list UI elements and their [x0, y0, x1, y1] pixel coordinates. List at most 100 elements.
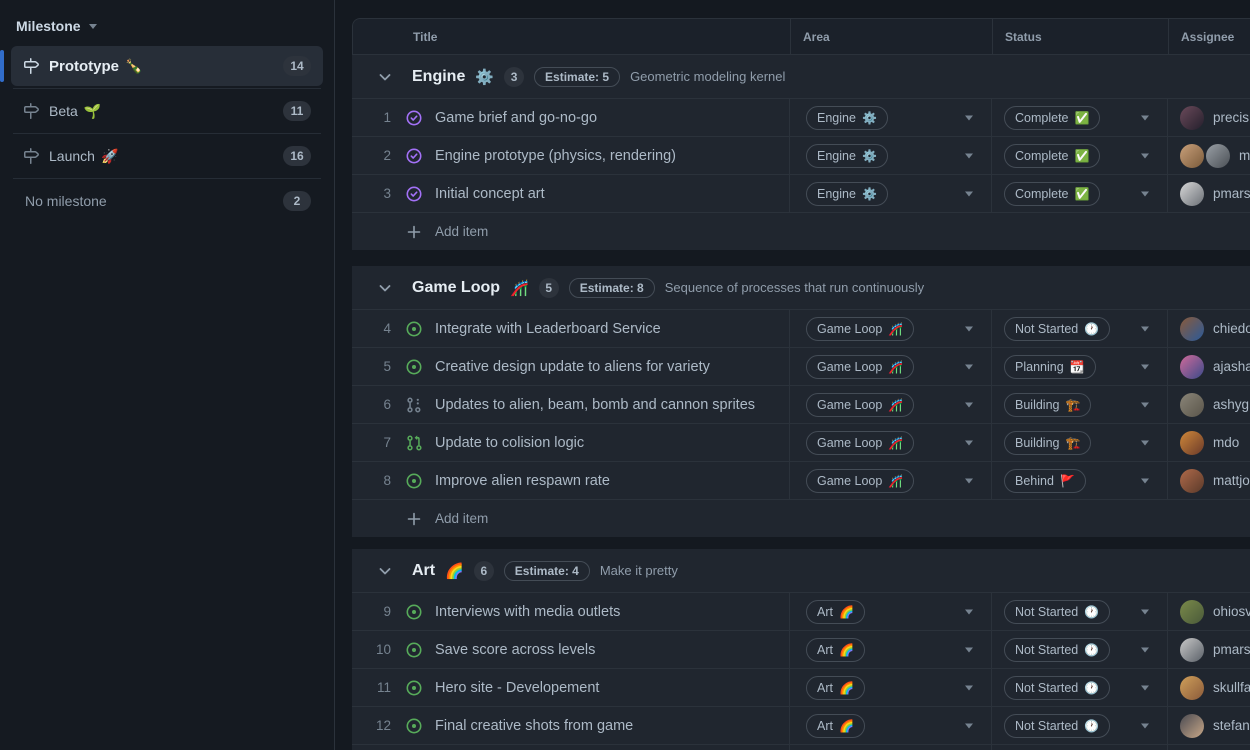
- sidebar-item-launch[interactable]: Launch 🚀 16: [11, 136, 323, 176]
- table-row[interactable]: 7 Update to colision logic Game Loop🎢 Bu…: [352, 423, 1250, 461]
- dropdown-caret-icon[interactable]: [1141, 685, 1149, 690]
- assignee-cell[interactable]: ajasha: [1168, 348, 1250, 385]
- milestone-group-by-header[interactable]: Milestone: [0, 0, 334, 46]
- table-row[interactable]: 12 Final creative shots from game Art🌈 N…: [352, 706, 1250, 744]
- table-row[interactable]: 11 Hero site - Developement Art🌈 Not Sta…: [352, 668, 1250, 706]
- dropdown-caret-icon[interactable]: [1141, 723, 1149, 728]
- collapse-chevron-icon[interactable]: [377, 69, 393, 85]
- item-title[interactable]: Improve alien respawn rate: [435, 473, 610, 489]
- table-row[interactable]: 6 Updates to alien, beam, bomb and canno…: [352, 385, 1250, 423]
- dropdown-caret-icon[interactable]: [1141, 402, 1149, 407]
- dropdown-caret-icon[interactable]: [965, 440, 973, 445]
- item-title[interactable]: Game brief and go-no-go: [435, 110, 597, 126]
- sidebar-item-prototype[interactable]: Prototype 🍾 14: [11, 46, 323, 86]
- assignee-cell[interactable]: mdo: [1168, 424, 1250, 461]
- table-row-partial[interactable]: [352, 744, 1250, 750]
- status-chip[interactable]: Planning📆: [1004, 355, 1096, 379]
- area-chip[interactable]: Engine⚙️: [806, 106, 888, 130]
- dropdown-caret-icon[interactable]: [1141, 647, 1149, 652]
- add-item-button[interactable]: Add item: [352, 499, 1250, 537]
- item-title[interactable]: Interviews with media outlets: [435, 604, 620, 620]
- area-chip[interactable]: Art🌈: [806, 600, 865, 624]
- dropdown-caret-icon[interactable]: [1141, 478, 1149, 483]
- assignee-cell[interactable]: stefan: [1168, 707, 1250, 744]
- status-chip[interactable]: Building🏗️: [1004, 431, 1091, 455]
- dropdown-caret-icon[interactable]: [1141, 326, 1149, 331]
- dropdown-caret-icon[interactable]: [1141, 191, 1149, 196]
- item-title[interactable]: Engine prototype (physics, rendering): [435, 148, 676, 164]
- dropdown-caret-icon[interactable]: [965, 115, 973, 120]
- status-chip[interactable]: Complete✅: [1004, 106, 1100, 130]
- table-row[interactable]: 10 Save score across levels Art🌈 Not Sta…: [352, 630, 1250, 668]
- dropdown-caret-icon[interactable]: [1141, 609, 1149, 614]
- table-row[interactable]: 3 Initial concept art Engine⚙️ Complete✅: [352, 174, 1250, 212]
- status-chip[interactable]: Not Started🕐: [1004, 638, 1110, 662]
- dropdown-caret-icon[interactable]: [965, 364, 973, 369]
- assignee-cell[interactable]: pmars: [1168, 175, 1250, 212]
- item-title[interactable]: Save score across levels: [435, 642, 595, 658]
- area-chip[interactable]: Engine⚙️: [806, 144, 888, 168]
- area-chip[interactable]: Art🌈: [806, 714, 865, 738]
- item-title[interactable]: Initial concept art: [435, 186, 545, 202]
- area-chip[interactable]: Game Loop🎢: [806, 393, 914, 417]
- dropdown-caret-icon[interactable]: [1141, 115, 1149, 120]
- add-item-button[interactable]: Add item: [352, 212, 1250, 250]
- area-chip[interactable]: Game Loop🎢: [806, 469, 914, 493]
- assignee-cell[interactable]: ohiosv: [1168, 593, 1250, 630]
- dropdown-caret-icon[interactable]: [965, 478, 973, 483]
- status-chip[interactable]: Not Started🕐: [1004, 600, 1110, 624]
- dropdown-caret-icon[interactable]: [1141, 440, 1149, 445]
- status-chip[interactable]: Complete✅: [1004, 182, 1100, 206]
- dropdown-caret-icon[interactable]: [965, 685, 973, 690]
- column-header-area[interactable]: Area: [791, 19, 993, 54]
- item-title[interactable]: Hero site - Developement: [435, 680, 599, 696]
- column-header-title[interactable]: Title: [353, 19, 791, 54]
- status-chip[interactable]: Not Started🕐: [1004, 317, 1110, 341]
- dropdown-caret-icon[interactable]: [965, 723, 973, 728]
- sidebar-item-beta[interactable]: Beta 🌱 11: [11, 91, 323, 131]
- status-chip[interactable]: Building🏗️: [1004, 393, 1091, 417]
- item-title[interactable]: Update to colision logic: [435, 435, 584, 451]
- table-row[interactable]: 2 Engine prototype (physics, rendering) …: [352, 136, 1250, 174]
- sidebar-item-no-milestone[interactable]: No milestone 2: [11, 181, 323, 221]
- assignee-cell[interactable]: precis: [1168, 99, 1250, 136]
- table-row[interactable]: 4 Integrate with Leaderboard Service Gam…: [352, 309, 1250, 347]
- assignee-cell[interactable]: ashyg: [1168, 386, 1250, 423]
- assignee-cell[interactable]: skullfa: [1168, 669, 1250, 706]
- item-title[interactable]: Creative design update to aliens for var…: [435, 359, 710, 375]
- area-chip[interactable]: Game Loop🎢: [806, 317, 914, 341]
- item-title[interactable]: Integrate with Leaderboard Service: [435, 321, 661, 337]
- assignee-cell[interactable]: chiedo: [1168, 310, 1250, 347]
- area-chip[interactable]: Engine⚙️: [806, 182, 888, 206]
- area-chip[interactable]: Game Loop🎢: [806, 355, 914, 379]
- area-chip[interactable]: Game Loop🎢: [806, 431, 914, 455]
- dropdown-caret-icon[interactable]: [965, 153, 973, 158]
- dropdown-caret-icon[interactable]: [1141, 153, 1149, 158]
- dropdown-caret-icon[interactable]: [1141, 364, 1149, 369]
- status-chip[interactable]: Not Started🕐: [1004, 676, 1110, 700]
- assignee-cell[interactable]: ma: [1168, 137, 1250, 174]
- item-title[interactable]: Updates to alien, beam, bomb and cannon …: [435, 397, 755, 413]
- table-row[interactable]: 9 Interviews with media outlets Art🌈 Not…: [352, 592, 1250, 630]
- assignee-cell[interactable]: mattjo: [1168, 462, 1250, 499]
- column-header-assignee[interactable]: Assignee: [1169, 19, 1250, 54]
- dropdown-caret-icon[interactable]: [965, 609, 973, 614]
- assignee-cell[interactable]: pmars: [1168, 631, 1250, 668]
- column-header-status[interactable]: Status: [993, 19, 1169, 54]
- area-chip[interactable]: Art🌈: [806, 638, 865, 662]
- table-row[interactable]: 5 Creative design update to aliens for v…: [352, 347, 1250, 385]
- status-chip[interactable]: Behind🚩: [1004, 469, 1086, 493]
- area-chip[interactable]: Art🌈: [806, 676, 865, 700]
- table-row[interactable]: 1 Game brief and go-no-go Engine⚙️ Compl…: [352, 98, 1250, 136]
- collapse-chevron-icon[interactable]: [377, 280, 393, 296]
- dropdown-caret-icon[interactable]: [965, 402, 973, 407]
- table-row[interactable]: 8 Improve alien respawn rate Game Loop🎢 …: [352, 461, 1250, 499]
- status-chip[interactable]: Complete✅: [1004, 144, 1100, 168]
- dropdown-caret-icon[interactable]: [965, 326, 973, 331]
- dropdown-caret-icon[interactable]: [965, 191, 973, 196]
- status-chip[interactable]: Not Started🕐: [1004, 714, 1110, 738]
- dropdown-caret-icon[interactable]: [965, 647, 973, 652]
- collapse-chevron-icon[interactable]: [377, 563, 393, 579]
- item-title[interactable]: Final creative shots from game: [435, 718, 633, 734]
- milestone-icon: [23, 148, 39, 164]
